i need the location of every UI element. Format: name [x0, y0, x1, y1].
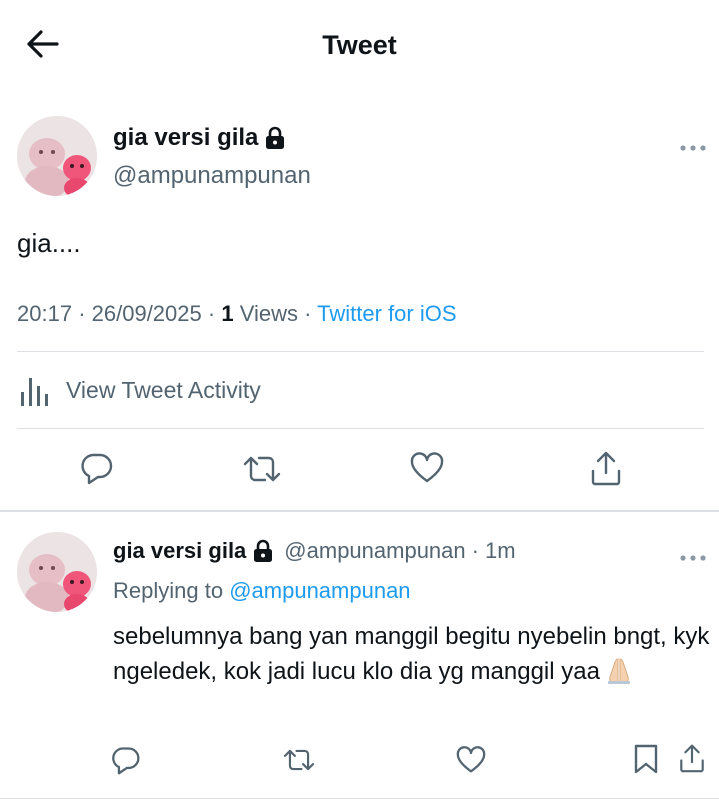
share-button[interactable] [678, 742, 706, 779]
avatar-image [17, 116, 97, 196]
tweet-date: 26/09/2025 [91, 301, 202, 326]
retweet-button[interactable] [243, 452, 281, 491]
retweet-icon [243, 456, 281, 482]
reply-author-name[interactable]: gia versi gila [113, 538, 246, 564]
top-bar: Tweet [0, 0, 719, 90]
heart-icon [410, 452, 444, 483]
reply-header: gia versi gila @ampunampunan · 1m [113, 538, 516, 564]
share-icon [680, 744, 704, 773]
more-dots-icon[interactable] [679, 549, 707, 561]
lock-icon [264, 126, 286, 150]
tweet-text: gia.... [17, 228, 81, 258]
divider [17, 351, 704, 352]
retweet-button[interactable] [283, 746, 315, 779]
heart-icon [456, 746, 486, 773]
author-name-row: gia versi gila [113, 124, 286, 152]
comment-icon [81, 453, 113, 485]
page-title: Tweet [322, 30, 397, 60]
tweet-source[interactable]: Twitter for iOS [317, 301, 456, 326]
avatar-image [17, 532, 97, 612]
reply-age: 1m [484, 538, 516, 563]
views-count: 1 [221, 301, 234, 326]
bar-chart-icon [21, 378, 48, 406]
reply-text-block: sebelumnya bang yan manggil begitu nyebe… [113, 619, 713, 695]
meta-separator: · [78, 301, 92, 326]
tweet-meta: 20:17 · 26/09/2025 · 1 Views · Twitter f… [17, 301, 457, 327]
divider [0, 798, 719, 799]
reply-author-handle[interactable]: @ampunampunan [284, 538, 465, 564]
lock-icon [252, 539, 274, 563]
comment-icon [112, 747, 140, 775]
bookmark-icon [634, 744, 658, 774]
reply-button[interactable] [111, 745, 141, 780]
tweet-time: 20:17 [17, 301, 73, 326]
replying-to-mention[interactable]: @ampunampunan [229, 578, 410, 603]
view-tweet-activity-label: View Tweet Activity [66, 376, 261, 403]
author-handle[interactable]: @ampunampunan [113, 162, 311, 190]
retweet-icon [283, 749, 315, 771]
like-button[interactable] [410, 452, 444, 489]
divider [17, 428, 704, 429]
views-label: Views [239, 301, 298, 326]
replying-to: Replying to @ampunampunan [113, 578, 411, 604]
bookmark-button[interactable] [633, 743, 659, 780]
more-dots-icon[interactable] [679, 139, 707, 151]
share-icon [591, 451, 621, 486]
meta-separator: · [471, 538, 479, 563]
avatar[interactable] [17, 116, 97, 196]
section-divider [0, 510, 719, 512]
meta-separator: · [304, 301, 318, 326]
view-tweet-activity-button[interactable]: View Tweet Activity [20, 372, 261, 408]
author-name[interactable]: gia versi gila [113, 124, 258, 152]
like-button[interactable] [456, 746, 486, 779]
folded-hands-emoji [604, 655, 634, 695]
meta-separator: · [207, 301, 222, 326]
reply-button[interactable] [80, 451, 114, 490]
share-button[interactable] [589, 449, 623, 492]
reply-avatar[interactable] [17, 532, 97, 612]
replying-to-label: Replying to [113, 578, 224, 603]
